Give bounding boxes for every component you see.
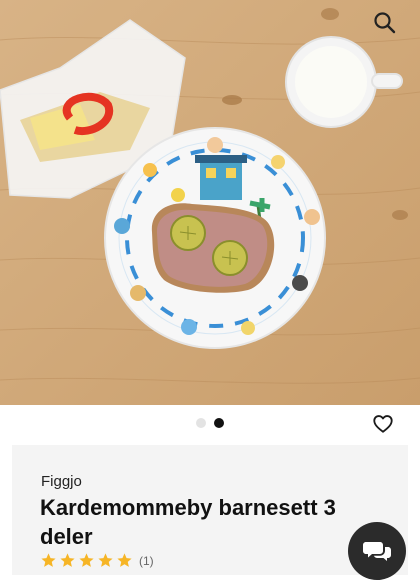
search-button[interactable] xyxy=(372,10,398,36)
star-icon xyxy=(117,553,132,567)
star-icon xyxy=(98,553,113,567)
star-icon xyxy=(41,553,56,567)
product-image[interactable] xyxy=(0,0,420,405)
star-icon xyxy=(79,553,94,567)
product-brand[interactable]: Figgjo xyxy=(41,473,82,490)
favorite-button[interactable] xyxy=(372,413,394,435)
chat-button[interactable] xyxy=(348,522,406,580)
product-rating[interactable]: (1) xyxy=(40,552,154,569)
review-count[interactable]: (1) xyxy=(139,554,154,568)
product-title: Kardemommeby barnesett 3 deler xyxy=(40,495,336,549)
search-icon xyxy=(374,12,396,34)
heart-icon xyxy=(373,415,393,433)
gallery-dot-2[interactable] xyxy=(214,418,224,428)
gallery-pagination xyxy=(0,418,420,428)
gallery-dot-1[interactable] xyxy=(196,418,206,428)
chat-bubbles-icon xyxy=(363,542,391,561)
star-icon xyxy=(60,553,75,567)
